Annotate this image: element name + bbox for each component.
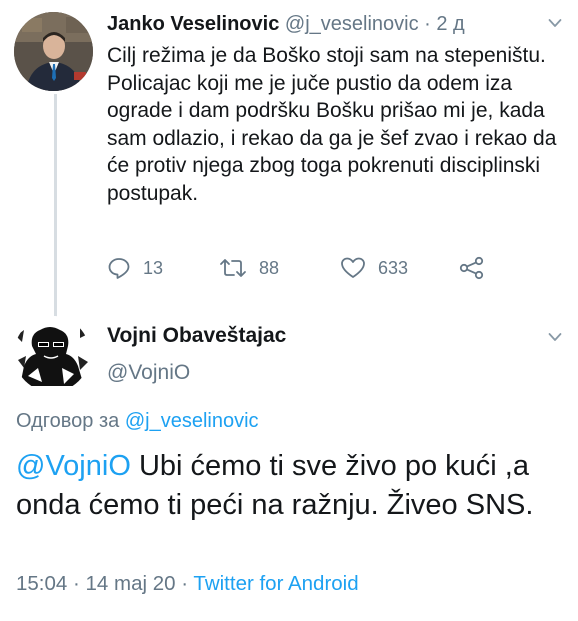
avatar-photo [14,12,93,91]
tweet1-timestamp[interactable]: 2 д [436,13,464,35]
meta-separator: · [67,572,86,595]
tweet2-author-handle[interactable]: @VojniO [107,361,190,385]
avatar-photo [14,316,90,392]
tweet2-mention[interactable]: @VojniO [16,450,131,482]
tweet1-author-name[interactable]: Janko Veselinovic [107,13,279,35]
retweet-count: 88 [259,257,280,278]
replying-to-label: Одговор за [16,410,125,432]
tweet1-separator: · [418,13,437,35]
meta-separator: · [175,572,194,595]
tweet1-text-line: Policajac koji me je juče pustio da odem… [107,71,557,205]
tweet1-author-handle[interactable]: @j_veselinovic [285,13,419,35]
chevron-down-icon[interactable] [548,330,562,344]
tweet2-text: @VojniO Ubi ćemo ti sve živo po kući ,a … [16,447,568,524]
retweet-action[interactable]: 88 [219,256,279,280]
replying-to-line: Одговор за @j_veselinovic [16,410,259,433]
tweet2-time: 15:04 [16,572,68,595]
share-icon [459,256,484,280]
tweet1-header: Janko Veselinovic @j_veselinovic · 2 д [107,13,465,36]
like-action[interactable]: 633 [340,256,408,280]
like-icon [341,257,365,278]
reply-action[interactable]: 13 [107,256,163,280]
tweet1-action-bar: 13 88 633 [107,256,557,286]
tweet2-client-link[interactable]: Twitter for Android [193,572,358,595]
tweet1-text: Cilj režima je da Boško stoji sam na ste… [107,42,567,207]
replying-to-handle[interactable]: @j_veselinovic [125,410,259,432]
tweet2-author-name[interactable]: Vojni Obaveštajac [107,324,286,348]
reply-icon [108,258,130,279]
avatar-janko-veselinovic[interactable] [14,12,93,91]
tweet2-meta: 15:04 · 14 maj 20 · Twitter for Android [16,572,359,596]
reply-count: 13 [143,257,164,278]
share-action[interactable] [459,256,497,280]
avatar-vojni-obavestajac[interactable] [14,316,90,392]
retweet-icon [220,259,246,277]
chevron-down-icon[interactable] [548,16,562,30]
like-count: 633 [378,257,409,278]
tweet1-text-line: Cilj režima je da Boško stoji sam na ste… [107,44,546,67]
thread-connector-line [54,94,57,326]
tweet2-date: 14 maj 20 [85,572,176,595]
